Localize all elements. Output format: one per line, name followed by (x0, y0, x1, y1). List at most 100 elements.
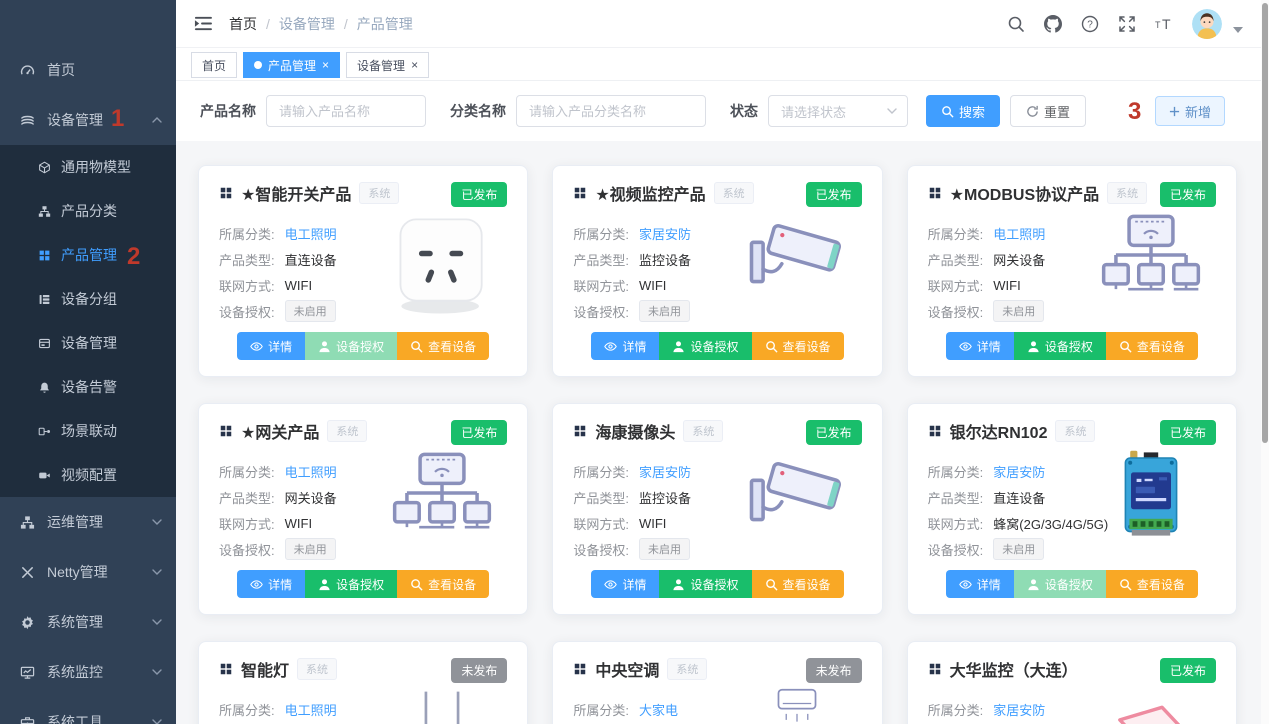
breadcrumb-item[interactable]: 设备管理 (279, 14, 335, 34)
hamburger-icon[interactable] (194, 15, 213, 32)
category-link[interactable]: 家居安防 (639, 462, 691, 481)
sidebar-item-ops-management[interactable]: 运维管理 (0, 497, 176, 547)
sidebar-item-general-model[interactable]: 通用物模型 (0, 145, 176, 189)
field-label: 所属分类: (573, 224, 629, 243)
close-icon[interactable]: × (411, 59, 418, 71)
sidebar-item-device-group[interactable]: 设备分组 (0, 277, 176, 321)
detail-button[interactable]: 详情 (946, 332, 1014, 360)
status-select[interactable]: 请选择状态 (768, 95, 908, 127)
sidebar-item-label: Netty管理 (47, 562, 108, 582)
font-size-icon[interactable]: TT (1155, 15, 1173, 33)
sidebar-item-system-tools[interactable]: 系统工具 (0, 697, 176, 724)
card-field: 所属分类:电工照明 (219, 458, 377, 484)
category-link[interactable]: 电工照明 (285, 700, 337, 719)
sidebar-item-scene-linkage[interactable]: 场景联动 (0, 409, 176, 453)
chevron-down-icon[interactable] (1233, 27, 1243, 33)
category-link[interactable]: 大家电 (639, 700, 678, 719)
scrollbar-thumb[interactable] (1262, 3, 1268, 443)
field-value: WIFI (993, 278, 1020, 293)
view-devices-button[interactable]: 查看设备 (752, 332, 844, 360)
card-field: 所属分类:家居安防 (928, 458, 1086, 484)
annotation-1: 1 (111, 107, 124, 131)
view-devices-button[interactable]: 查看设备 (397, 332, 489, 360)
sidebar-item-device-list[interactable]: 设备管理 (0, 321, 176, 365)
dome-camera-image (1086, 688, 1216, 724)
card-body: 所属分类:家居安防产品类型:监控设备联网方式:WIFI设备授权:未启用 (573, 458, 861, 562)
field-label: 所属分类: (219, 224, 275, 243)
device-auth-button[interactable]: 设备授权 (659, 332, 751, 360)
avatar[interactable] (1192, 9, 1222, 39)
detail-button[interactable]: 详情 (591, 332, 659, 360)
search-icon[interactable] (1007, 15, 1025, 33)
page-scrollbar (1261, 0, 1269, 724)
detail-button[interactable]: 详情 (946, 570, 1014, 598)
sidebar: 首页设备管理通用物模型产品分类产品管理设备分组设备管理设备告警场景联动视频配置运… (0, 0, 176, 724)
detail-button[interactable]: 详情 (237, 570, 305, 598)
cctv-camera-image (732, 212, 862, 322)
reset-button[interactable]: 重置 (1010, 95, 1086, 127)
category-name-label: 分类名称 (450, 101, 506, 121)
card-icon (38, 337, 51, 350)
sidebar-item-label: 通用物模型 (61, 157, 131, 177)
view-devices-button[interactable]: 查看设备 (397, 570, 489, 598)
content-area: ★智能开关产品 系统 已发布 所属分类:电工照明产品类型:直连设备联网方式:WI… (176, 141, 1261, 724)
close-icon[interactable]: × (322, 59, 329, 71)
product-card-grid: ★智能开关产品 系统 已发布 所属分类:电工照明产品类型:直连设备联网方式:WI… (198, 165, 1237, 724)
fullscreen-icon[interactable] (1118, 15, 1136, 33)
sidebar-item-label: 产品管理 (61, 245, 117, 265)
sidebar-item-product-management[interactable]: 产品管理 (0, 233, 176, 277)
card-body: 所属分类:家居安防 (928, 696, 1216, 724)
category-link[interactable]: 电工照明 (993, 224, 1045, 243)
category-link[interactable]: 电工照明 (285, 224, 337, 243)
view-devices-button[interactable]: 查看设备 (752, 570, 844, 598)
status-badge: 已发布 (1160, 420, 1216, 445)
breadcrumb-item[interactable]: 首页 (229, 14, 257, 34)
sidebar-item-home[interactable]: 首页 (0, 45, 176, 95)
sidebar-item-system-management[interactable]: 系统管理 (0, 597, 176, 647)
category-link[interactable]: 电工照明 (285, 462, 337, 481)
card-actions: 详情 设备授权 查看设备 (928, 332, 1216, 360)
view-devices-button[interactable]: 查看设备 (1106, 332, 1198, 360)
sidebar-item-system-monitor[interactable]: 系统监控 (0, 647, 176, 697)
detail-button[interactable]: 详情 (237, 332, 305, 360)
auth-status-tag: 未启用 (285, 538, 336, 560)
sidebar-item-video-config[interactable]: 视频配置 (0, 453, 176, 497)
help-icon[interactable]: ? (1081, 15, 1099, 33)
tab-product-management[interactable]: 产品管理× (243, 52, 340, 78)
add-button[interactable]: 新增 (1155, 96, 1225, 126)
field-value: 监控设备 (639, 250, 691, 269)
category-link[interactable]: 家居安防 (993, 462, 1045, 481)
view-devices-button[interactable]: 查看设备 (1106, 570, 1198, 598)
field-label: 产品类型: (573, 250, 629, 269)
search-button[interactable]: 搜索 (926, 95, 1000, 127)
category-link[interactable]: 家居安防 (993, 700, 1045, 719)
active-tab-dot (254, 61, 262, 69)
detail-button[interactable]: 详情 (591, 570, 659, 598)
sidebar-item-device-management[interactable]: 设备管理 (0, 95, 176, 145)
sidebar-item-device-alarm[interactable]: 设备告警 (0, 365, 176, 409)
github-icon[interactable] (1044, 15, 1062, 33)
breadcrumb-separator: / (266, 16, 270, 32)
tab-home[interactable]: 首页 (191, 52, 237, 78)
sidebar-item-netty-management[interactable]: Netty管理 (0, 547, 176, 597)
device-auth-button[interactable]: 设备授权 (1014, 570, 1106, 598)
sidebar-item-label: 首页 (47, 60, 75, 80)
grid-icon (38, 249, 51, 262)
category-name-input[interactable] (516, 95, 706, 127)
system-tag: 系统 (1107, 182, 1147, 204)
tag-tabs-bar: 首页产品管理×设备管理× (176, 48, 1261, 81)
sidebar-item-label: 设备分组 (61, 289, 117, 309)
sidebar-item-product-category[interactable]: 产品分类 (0, 189, 176, 233)
gateway-image (1086, 212, 1216, 322)
device-auth-button[interactable]: 设备授权 (305, 570, 397, 598)
tab-device-management[interactable]: 设备管理× (346, 52, 429, 78)
sidebar-item-label: 视频配置 (61, 465, 117, 485)
category-link[interactable]: 家居安防 (639, 224, 691, 243)
device-auth-button[interactable]: 设备授权 (305, 332, 397, 360)
dashboard-icon (20, 63, 35, 78)
field-label: 联网方式: (928, 514, 984, 533)
device-auth-button[interactable]: 设备授权 (1014, 332, 1106, 360)
device-auth-button[interactable]: 设备授权 (659, 570, 751, 598)
product-name-input[interactable] (266, 95, 426, 127)
field-label: 联网方式: (219, 514, 275, 533)
